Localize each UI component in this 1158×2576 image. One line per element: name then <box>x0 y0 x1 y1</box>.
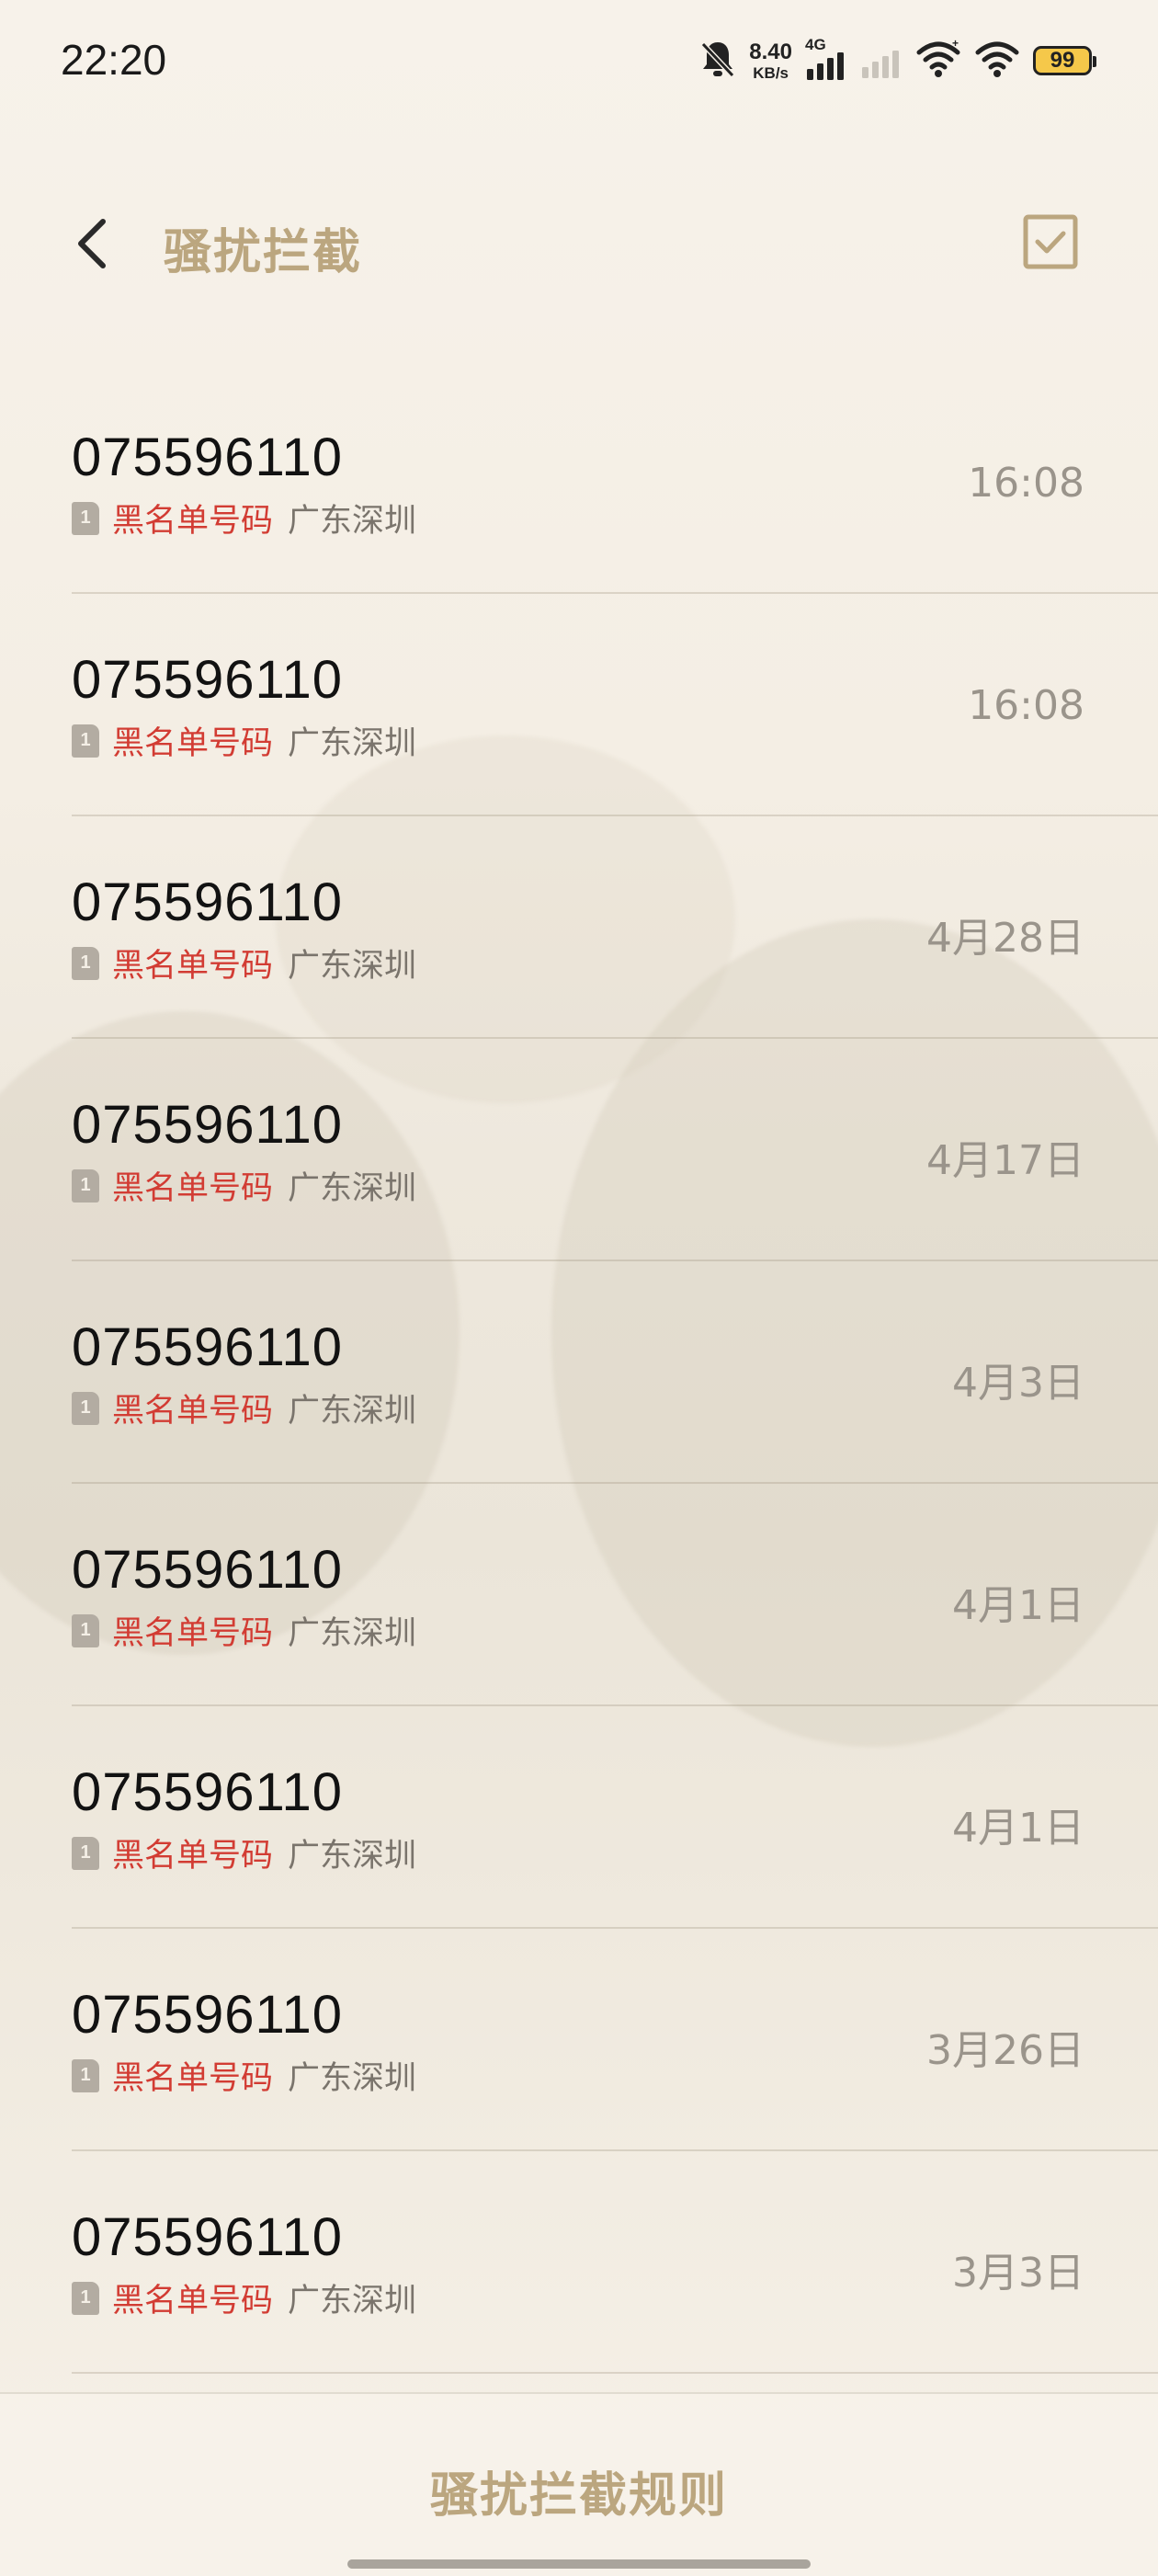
list-item[interactable]: 075596110 1 黑名单号码 广东深圳 16:08 <box>0 594 1158 816</box>
net-speed: 8.40 KB/s <box>749 39 792 82</box>
blacklist-tag: 黑名单号码 <box>112 1393 274 1430</box>
sim-card-icon: 1 <box>72 2058 99 2092</box>
call-meta: 1 黑名单号码 广东深圳 <box>72 1162 416 1209</box>
caller-location: 广东深圳 <box>288 1838 417 1875</box>
call-meta: 1 黑名单号码 广东深圳 <box>72 2274 416 2321</box>
caller-location: 广东深圳 <box>288 1170 417 1207</box>
status-time: 22:20 <box>61 36 167 84</box>
svg-text:+: + <box>952 38 959 50</box>
call-date: 4月28日 <box>926 915 1084 962</box>
sim-card-icon: 1 <box>72 1836 99 1870</box>
back-button[interactable] <box>64 211 119 276</box>
divider <box>72 2372 1158 2374</box>
list-item[interactable]: 075596110 1 黑名单号码 广东深圳 4月17日 <box>0 1039 1158 1261</box>
sim-card-icon: 1 <box>72 1391 99 1425</box>
list-item[interactable]: 075596110 1 黑名单号码 广东深圳 16:08 <box>0 371 1158 594</box>
call-date: 3月3日 <box>952 2250 1084 2297</box>
wifi-icon: + <box>915 37 961 84</box>
footer-bar: 骚扰拦截规则 <box>0 2392 1158 2576</box>
signal-secondary-icon <box>860 38 903 84</box>
list-item[interactable]: 075596110 1 黑名单号码 广东深圳 4月1日 <box>0 1706 1158 1929</box>
home-indicator[interactable] <box>347 2559 811 2569</box>
list-item[interactable]: 075596110 1 黑名单号码 广东深圳 4月3日 <box>0 1261 1158 1484</box>
caller-location: 广东深圳 <box>288 503 417 540</box>
sim-card-icon: 1 <box>72 1168 99 1203</box>
caller-number: 075596110 <box>72 1985 344 2045</box>
caller-number: 075596110 <box>72 1317 344 1377</box>
list-item[interactable]: 075596110 1 黑名单号码 广东深圳 3月3日 <box>0 2151 1158 2374</box>
caller-number: 075596110 <box>72 427 344 487</box>
list-item[interactable]: 075596110 1 黑名单号码 广东深圳 4月28日 <box>0 816 1158 1039</box>
caller-number: 075596110 <box>72 1540 344 1600</box>
page-header: 骚扰拦截 <box>0 193 1158 294</box>
battery-level: 99 <box>1050 48 1075 73</box>
battery-icon: 99 <box>1033 46 1096 75</box>
caller-location: 广东深圳 <box>288 2283 417 2320</box>
caller-number: 075596110 <box>72 1762 344 1822</box>
call-date: 4月3日 <box>952 1360 1084 1407</box>
call-meta: 1 黑名单号码 广东深圳 <box>72 495 416 541</box>
caller-number: 075596110 <box>72 650 344 710</box>
call-date: 16:08 <box>968 682 1084 729</box>
page-title: 骚扰拦截 <box>164 225 363 280</box>
blocking-rules-button[interactable]: 骚扰拦截规则 <box>0 2456 1158 2525</box>
call-meta: 1 黑名单号码 广东深圳 <box>72 1385 416 1431</box>
blacklist-tag: 黑名单号码 <box>112 725 274 762</box>
caller-number: 075596110 <box>72 2207 344 2267</box>
blacklist-tag: 黑名单号码 <box>112 1838 274 1875</box>
sim-card-icon: 1 <box>72 946 99 980</box>
blacklist-tag: 黑名单号码 <box>112 1170 274 1207</box>
net-speed-unit: KB/s <box>753 63 789 82</box>
caller-location: 广东深圳 <box>288 2060 417 2097</box>
caller-location: 广东深圳 <box>288 948 417 985</box>
sim-card-icon: 1 <box>72 501 99 535</box>
checkbox-select-icon <box>1023 214 1078 269</box>
blacklist-tag: 黑名单号码 <box>112 1615 274 1652</box>
call-meta: 1 黑名单号码 广东深圳 <box>72 1829 416 1876</box>
call-meta: 1 黑名单号码 广东深圳 <box>72 717 416 764</box>
bell-muted-icon <box>699 39 736 83</box>
wifi-secondary-icon <box>974 38 1020 84</box>
call-date: 16:08 <box>968 460 1084 507</box>
call-meta: 1 黑名单号码 广东深圳 <box>72 2052 416 2099</box>
call-meta: 1 黑名单号码 广东深圳 <box>72 1607 416 1654</box>
caller-location: 广东深圳 <box>288 725 417 762</box>
call-date: 4月1日 <box>952 1582 1084 1629</box>
list-item[interactable]: 075596110 1 黑名单号码 广东深圳 3月26日 <box>0 1929 1158 2151</box>
back-arrow-icon <box>78 219 106 268</box>
select-button[interactable] <box>1022 213 1079 270</box>
blocked-calls-list: 075596110 1 黑名单号码 广东深圳 16:08 075596110 1… <box>0 371 1158 2374</box>
sim-card-icon: 1 <box>72 1613 99 1647</box>
call-date: 3月26日 <box>926 2027 1084 2074</box>
status-bar: 22:20 8.40 KB/s 4G + 99 <box>0 0 1158 120</box>
blacklist-tag: 黑名单号码 <box>112 2283 274 2320</box>
caller-location: 广东深圳 <box>288 1393 417 1430</box>
caller-location: 广东深圳 <box>288 1615 417 1652</box>
blacklist-tag: 黑名单号码 <box>112 2060 274 2097</box>
call-date: 4月1日 <box>952 1805 1084 1852</box>
list-item[interactable]: 075596110 1 黑名单号码 广东深圳 4月1日 <box>0 1484 1158 1706</box>
sim-card-icon: 1 <box>72 724 99 758</box>
net-speed-value: 8.40 <box>749 39 792 64</box>
sim-card-icon: 1 <box>72 2281 99 2315</box>
call-meta: 1 黑名单号码 广东深圳 <box>72 940 416 986</box>
status-icons: 8.40 KB/s 4G + 99 <box>699 35 1096 86</box>
call-date: 4月17日 <box>926 1137 1084 1184</box>
caller-number: 075596110 <box>72 872 344 932</box>
signal-icon: 4G <box>805 36 847 82</box>
caller-number: 075596110 <box>72 1095 344 1155</box>
blacklist-tag: 黑名单号码 <box>112 948 274 985</box>
blacklist-tag: 黑名单号码 <box>112 503 274 540</box>
